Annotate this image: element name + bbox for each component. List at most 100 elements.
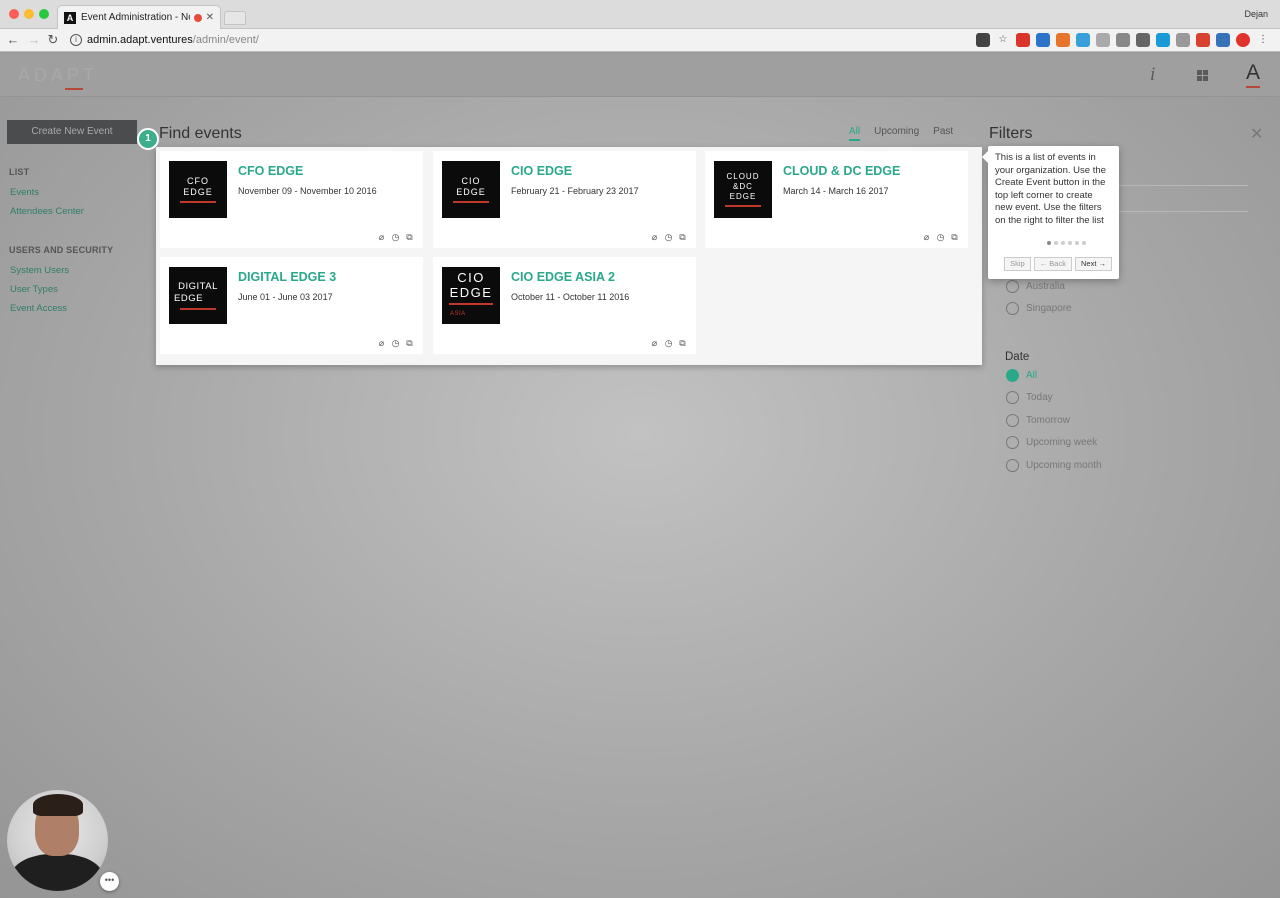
reload-icon[interactable]: ↻ [46,32,60,48]
event-title[interactable]: CFO EDGE [238,164,303,178]
event-logo: CLOUD &DC EDGE [714,161,772,218]
clock-icon[interactable]: ◷ [664,339,673,348]
sidebar-item-event-access[interactable]: Event Access [10,303,67,314]
apps-grid-icon[interactable] [1197,70,1208,81]
event-logo: DIGITAL EDGE [169,267,227,324]
event-card[interactable]: DIGITAL EDGE DIGITAL EDGE 3 June 01 - Ju… [160,257,423,354]
export-icon[interactable]: ⧉ [678,233,687,242]
extension-icon[interactable] [1096,33,1110,47]
site-info-icon[interactable]: i [70,34,82,46]
export-icon[interactable]: ⧉ [405,339,414,348]
event-card[interactable]: CFO EDGE CFO EDGE November 09 - November… [160,151,423,248]
extension-icon[interactable] [1216,33,1230,47]
app-header: ADAPT i A [0,53,1280,97]
radio-icon[interactable] [1006,414,1019,427]
event-title[interactable]: DIGITAL EDGE 3 [238,270,336,284]
back-arrow-icon[interactable]: ← [6,32,20,47]
clock-icon[interactable]: ◷ [391,233,400,242]
extension-icon[interactable] [1136,33,1150,47]
extension-icon[interactable] [1236,33,1250,47]
filter-date-tomorrow[interactable]: Tomorrow [1006,414,1070,427]
attachment-icon[interactable]: ⌀ [377,339,386,348]
app-logo[interactable]: ADAPT [18,65,130,87]
event-card[interactable]: CIO EDGE CIO EDGE February 21 - February… [433,151,696,248]
browser-menu-icon[interactable]: ⋮ [1256,33,1270,47]
filters-title: Filters [989,125,1033,142]
attachment-icon[interactable]: ⌀ [922,233,931,242]
webcam-bubble[interactable] [7,790,108,891]
tab-all[interactable]: All [849,126,861,141]
bookmark-star-icon[interactable]: ☆ [996,33,1010,47]
sidebar-item-user-types[interactable]: User Types [10,284,58,295]
filter-date-today[interactable]: Today [1006,391,1053,404]
attachment-icon[interactable]: ⌀ [650,233,659,242]
url-host: admin.adapt.ventures [87,34,193,46]
event-dates: February 21 - February 23 2017 [511,186,639,196]
event-card[interactable]: CLOUD &DC EDGE CLOUD & DC EDGE March 14 … [705,151,968,248]
address-bar[interactable]: i admin.adapt.ventures /admin/event/ [66,31,971,49]
event-dates: November 09 - November 10 2016 [238,186,377,196]
event-dates: October 11 - October 11 2016 [511,292,630,302]
camera-extension-icon[interactable] [976,33,990,47]
extension-icon[interactable] [1076,33,1090,47]
radio-icon[interactable] [1006,391,1019,404]
extension-icon[interactable] [1116,33,1130,47]
app-area: ADAPT i A Create New Event LIST Events A… [0,53,1280,898]
event-title[interactable]: CIO EDGE [511,164,572,178]
new-tab-button[interactable] [224,11,246,25]
event-title[interactable]: CLOUD & DC EDGE [783,164,900,178]
extension-icon[interactable] [1176,33,1190,47]
sidebar-section-list: LIST [9,167,30,177]
webcam-options-icon[interactable]: ••• [100,872,119,891]
radio-icon[interactable] [1006,436,1019,449]
filter-location-singapore[interactable]: Singapore [1006,302,1072,315]
filter-location-australia[interactable]: Australia [1006,280,1065,293]
clock-icon[interactable]: ◷ [936,233,945,242]
attachment-icon[interactable]: ⌀ [377,233,386,242]
page-title: Find events [159,125,242,142]
extension-icon[interactable] [1196,33,1210,47]
export-icon[interactable]: ⧉ [678,339,687,348]
info-icon[interactable]: i [1150,64,1155,86]
radio-icon[interactable] [1006,459,1019,472]
filter-date-all[interactable]: All [1006,369,1037,382]
browser-tab[interactable]: A Event Administration - Nov ✕ [57,5,221,29]
sidebar-item-attendees-center[interactable]: Attendees Center [10,206,84,217]
back-button[interactable]: ← Back [1033,257,1072,271]
sidebar-item-events[interactable]: Events [10,187,39,198]
extension-icon[interactable] [1036,33,1050,47]
filter-date-upcoming-week[interactable]: Upcoming week [1006,436,1097,449]
account-icon[interactable]: A [1246,61,1260,85]
attachment-icon[interactable]: ⌀ [650,339,659,348]
event-title[interactable]: CIO EDGE ASIA 2 [511,270,615,284]
skip-button[interactable]: Skip [1004,257,1031,271]
radio-checked-icon[interactable] [1006,369,1019,382]
event-actions: ⌀ ◷ ⧉ [650,339,687,348]
browser-profile-name[interactable]: Dejan [1244,9,1268,19]
close-tab-icon[interactable]: ✕ [206,12,214,23]
extension-icon[interactable] [1056,33,1070,47]
forward-arrow-icon[interactable]: → [27,32,41,47]
filter-date-upcoming-month[interactable]: Upcoming month [1006,459,1102,472]
export-icon[interactable]: ⧉ [405,233,414,242]
tab-past[interactable]: Past [933,126,953,141]
extension-icon[interactable] [1156,33,1170,47]
url-path: /admin/event/ [192,34,259,46]
create-new-event-button[interactable]: Create New Event [7,120,137,144]
clock-icon[interactable]: ◷ [664,233,673,242]
minimize-window-button[interactable] [24,9,34,19]
radio-icon[interactable] [1006,280,1019,293]
tab-upcoming[interactable]: Upcoming [874,126,919,141]
radio-icon[interactable] [1006,302,1019,315]
clock-icon[interactable]: ◷ [391,339,400,348]
tooltip-buttons: Skip ← Back Next → [1004,257,1112,271]
export-icon[interactable]: ⧉ [950,233,959,242]
event-card[interactable]: CIO EDGE ASIA CIO EDGE ASIA 2 October 11… [433,257,696,354]
next-button[interactable]: Next → [1074,257,1112,271]
maximize-window-button[interactable] [39,9,49,19]
close-window-button[interactable] [9,9,19,19]
sidebar-item-system-users[interactable]: System Users [10,265,69,276]
account-accent-line [1246,86,1260,88]
close-filters-icon[interactable]: ✕ [1250,124,1263,144]
extension-icon[interactable] [1016,33,1030,47]
